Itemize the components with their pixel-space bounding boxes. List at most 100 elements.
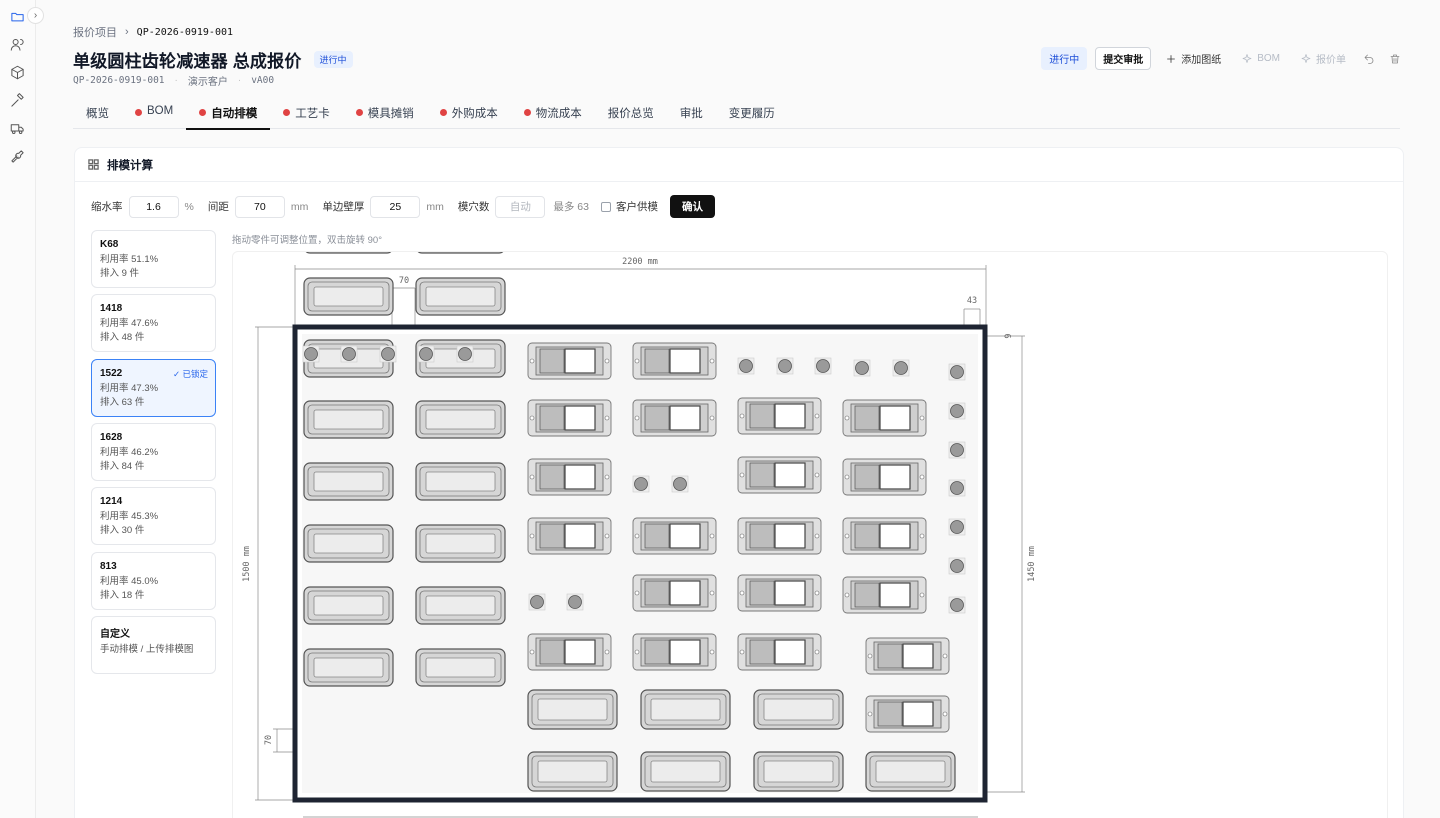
pin-part: [778, 359, 792, 373]
folder-icon[interactable]: [9, 8, 25, 24]
box-icon[interactable]: [9, 64, 25, 80]
housing-hole: [529, 358, 535, 364]
housing-hole: [844, 474, 850, 480]
candidate-card[interactable]: 1628 利用率 46.2% 排入 84 件: [91, 422, 216, 481]
layout-canvas[interactable]: 2200 mm 70 43 1500 mm 1450 mm 70 9: [232, 251, 1388, 818]
tab-1[interactable]: BOM: [122, 97, 186, 129]
housing-window: [774, 580, 806, 606]
housing-window: [774, 639, 806, 665]
bom-button[interactable]: BOM: [1235, 50, 1286, 68]
candidate-count: 排入 63 件: [100, 396, 145, 408]
sidebar-expand-button[interactable]: ›: [27, 7, 44, 24]
housing-hole: [529, 649, 535, 655]
confirm-button[interactable]: 确认: [669, 195, 715, 218]
housing-block: [749, 580, 775, 606]
housing-hole: [709, 415, 715, 421]
candidate-card[interactable]: 自定义 手动排模 / 上传排模图: [91, 615, 216, 674]
housing-hole: [634, 649, 640, 655]
housing-block: [749, 462, 775, 488]
housing-hole: [919, 533, 925, 539]
layout-panel: 排模计算 缩水率 1.6 % 间距 70 mm 单边壁厚 25 mm 模穴数 自…: [74, 147, 1404, 818]
part-core: [313, 657, 384, 678]
candidate-card[interactable]: 1522 利用率 47.3% 排入 63 件 ✓ 已锁定: [91, 358, 216, 417]
housing-block: [854, 582, 880, 608]
truck-icon[interactable]: [9, 120, 25, 136]
tab-label: 模具摊销: [367, 108, 414, 120]
pin-part: [458, 347, 472, 361]
tab-8[interactable]: 审批: [667, 97, 716, 129]
params-bar: 缩水率 1.6 % 间距 70 mm 单边壁厚 25 mm 模穴数 自动 最多 …: [91, 195, 715, 218]
undo-icon[interactable]: [1360, 50, 1378, 68]
housing-hole: [814, 413, 820, 419]
pin-part: [950, 443, 964, 457]
candidate-card[interactable]: K68 利用率 51.1% 排入 9 件: [91, 230, 216, 288]
pin-part: [673, 477, 687, 491]
tab-0[interactable]: 概览: [73, 97, 122, 129]
add-drawing-label: 添加图纸: [1181, 55, 1222, 66]
layout-drawing[interactable]: 2200 mm 70 43 1500 mm 1450 mm 70 9: [233, 252, 1389, 818]
shrink-label: 缩水率: [91, 201, 123, 213]
quote-button[interactable]: 报价单: [1294, 48, 1352, 69]
housing-window: [669, 580, 701, 606]
dim-small-label: 9: [1004, 333, 1014, 338]
sparkle-icon: [1242, 53, 1252, 63]
submit-approval-button[interactable]: 提交审批: [1095, 47, 1152, 70]
candidate-name: 1628: [100, 431, 123, 443]
tab-label: 自动排模: [211, 108, 258, 120]
warning-dot-icon: [439, 109, 447, 116]
gap-input[interactable]: 70: [234, 195, 285, 218]
add-drawing-button[interactable]: 添加图纸: [1159, 48, 1227, 69]
pin-part: [950, 598, 964, 612]
housing-window: [902, 701, 934, 727]
panel-header: 排模计算: [75, 148, 1403, 182]
candidate-card[interactable]: 1418 利用率 47.6% 排入 48 件: [91, 294, 216, 353]
warning-dot-icon: [523, 109, 531, 116]
part-core: [537, 698, 608, 721]
housing-hole: [739, 413, 745, 419]
candidate-util: 利用率 45.0%: [100, 575, 159, 587]
shrink-input[interactable]: 1.6: [128, 195, 179, 218]
breadcrumb-root[interactable]: 报价项目: [73, 24, 117, 40]
part-core: [425, 286, 496, 307]
tab-9[interactable]: 变更履历: [716, 97, 788, 129]
housing-block: [644, 523, 670, 549]
candidate-name: 813: [100, 560, 117, 572]
candidate-count: 排入 48 件: [100, 332, 145, 344]
wall-input[interactable]: 25: [370, 195, 421, 218]
cavity-input[interactable]: 自动: [495, 195, 546, 218]
housing-window: [774, 403, 806, 429]
hammer-icon[interactable]: [9, 92, 25, 108]
customer-mold-checkbox[interactable]: [600, 201, 611, 212]
sidebar-rail: [0, 0, 36, 818]
drag-hint: 拖动零件可调整位置，双击旋转 90°: [232, 235, 383, 246]
housing-window: [774, 523, 806, 549]
candidate-card[interactable]: 1214 利用率 45.3% 排入 30 件: [91, 487, 216, 546]
housing-hole: [844, 592, 850, 598]
tab-6[interactable]: 物流成本: [511, 97, 595, 129]
housing-window: [669, 348, 701, 374]
tab-5[interactable]: 外购成本: [427, 97, 511, 129]
candidate-util: 利用率 47.3%: [100, 382, 159, 394]
housing-hole: [709, 590, 715, 596]
housing-hole: [634, 415, 640, 421]
pin-part: [855, 361, 869, 375]
users-icon[interactable]: [9, 36, 25, 52]
housing-hole: [634, 533, 640, 539]
housing-hole: [739, 472, 745, 478]
wrench-icon[interactable]: [9, 148, 25, 164]
tab-2[interactable]: 自动排模: [186, 97, 271, 130]
part-core: [425, 595, 496, 616]
candidate-card[interactable]: 813 利用率 45.0% 排入 18 件: [91, 551, 216, 610]
housing-hole: [604, 649, 610, 655]
candidate-count: 排入 30 件: [100, 525, 145, 537]
part-core: [313, 471, 384, 492]
trash-icon[interactable]: [1386, 50, 1404, 68]
housing-block: [854, 405, 880, 431]
tab-7[interactable]: 报价总览: [595, 97, 667, 129]
pin-part: [894, 361, 908, 375]
tab-3[interactable]: 工艺卡: [270, 97, 343, 129]
tab-4[interactable]: 模具摊销: [343, 97, 427, 129]
warning-dot-icon: [135, 109, 142, 116]
gap-label: 间距: [207, 201, 229, 213]
candidate-util: 利用率 45.3%: [100, 511, 159, 523]
